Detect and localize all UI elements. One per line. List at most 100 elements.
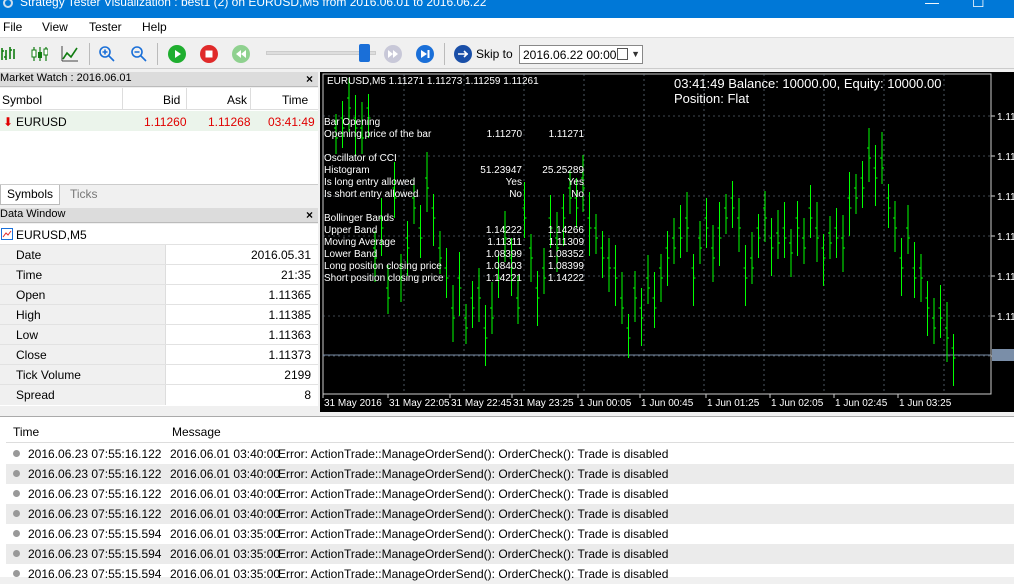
info-value-1: Yes — [505, 177, 522, 188]
zoom-out-button[interactable] — [128, 43, 150, 65]
toolbar-separator — [157, 43, 158, 65]
arrow-down-icon: ⬇ — [3, 115, 14, 129]
status-dot-icon — [13, 570, 20, 577]
log-row[interactable]: 2016.06.23 07:55:15.594 2016.06.01 03:35:… — [6, 524, 1014, 544]
close-icon[interactable]: × — [306, 72, 313, 86]
balance-readout: 03:41:49 Balance: 10000.00, Equity: 1000… — [674, 76, 942, 91]
skip-date-picker[interactable]: 2016.06.22 00:00 ▼ — [519, 45, 643, 64]
info-value-2: 25.25289 — [542, 165, 584, 176]
stop-icon — [200, 45, 218, 63]
play-icon — [168, 45, 186, 63]
col-time[interactable]: Time — [282, 93, 308, 107]
market-watch-panel: Symbol Bid Ask Time ⬇ EURUSD 1.11260 1.1… — [0, 88, 318, 184]
log-time: 2016.06.23 07:55:16.122 — [28, 447, 162, 461]
log-message: Error: ActionTrade::ManageOrderSend(): O… — [278, 567, 669, 581]
price-chart[interactable]: 1.111.111.111.111.111.111.1131 May 20163… — [320, 72, 1014, 412]
bar-chart-icon — [1, 47, 15, 60]
log-row[interactable]: 2016.06.23 07:55:16.122 2016.06.01 03:40:… — [6, 464, 1014, 484]
skip-to-end-button[interactable] — [414, 43, 436, 65]
symbol-row[interactable]: ⬇ EURUSD 1.11260 1.11268 03:41:49 — [0, 111, 318, 131]
skip-to-icon — [454, 45, 472, 63]
status-dot-icon — [13, 490, 20, 497]
info-label: Histogram — [324, 165, 370, 176]
candlestick-button[interactable] — [28, 43, 50, 65]
log-message: Error: ActionTrade::ManageOrderSend(): O… — [278, 547, 669, 561]
log-message-time: 2016.06.01 03:35:00 — [170, 547, 281, 561]
fast-forward-button[interactable] — [382, 43, 404, 65]
menu-help[interactable]: Help — [142, 20, 167, 34]
info-value-1: 1.14221 — [485, 273, 522, 284]
rewind-button[interactable] — [230, 43, 252, 65]
info-label: Is short entry allowed — [324, 189, 419, 200]
zoom-in-button[interactable] — [96, 43, 118, 65]
tab-symbols[interactable]: Symbols — [0, 185, 61, 205]
col-ask[interactable]: Ask — [227, 93, 247, 107]
info-label: Bar Opening — [324, 117, 381, 128]
log-row[interactable]: 2016.06.23 07:55:16.122 2016.06.01 03:40:… — [6, 484, 1014, 504]
info-value-2: 1.14266 — [547, 225, 584, 236]
skip-date-value: 2016.06.22 00:00 — [523, 48, 617, 62]
info-value-2: 1.11271 — [548, 129, 584, 140]
maximize-button[interactable]: ☐ — [972, 0, 985, 11]
time-tick-label: 31 May 23:25 — [513, 398, 574, 409]
window-title: Strategy Tester Visualization : best1 (2… — [20, 0, 487, 9]
close-icon[interactable]: × — [306, 208, 313, 222]
chevron-down-icon[interactable]: ▼ — [631, 49, 640, 59]
data-window-title: Data Window — [0, 208, 66, 220]
info-label: Lower Band — [324, 249, 378, 260]
price-tick-label: 1.11 — [997, 312, 1014, 323]
play-button[interactable] — [166, 43, 188, 65]
candlestick-icon — [31, 47, 48, 61]
tab-ticks[interactable]: Ticks — [64, 185, 104, 205]
log-row[interactable]: 2016.06.23 07:55:16.122 2016.06.01 03:40:… — [6, 444, 1014, 464]
info-label: Oscillator of CCI — [324, 153, 397, 164]
log-row[interactable]: 2016.06.23 07:55:15.594 2016.06.01 03:35:… — [6, 544, 1014, 564]
current-price-marker — [992, 349, 1014, 361]
col-bid[interactable]: Bid — [163, 93, 180, 107]
title-bar: Strategy Tester Visualization : best1 (2… — [0, 0, 1014, 18]
col-log-time[interactable]: Time — [13, 425, 39, 439]
toolbar-separator — [89, 43, 90, 65]
skip-end-icon — [416, 45, 434, 63]
log-message-time: 2016.06.01 03:40:00 — [170, 487, 281, 501]
column-divider — [250, 88, 251, 110]
menu-view[interactable]: View — [42, 20, 68, 34]
info-value-1: 1.08403 — [485, 261, 522, 272]
info-label: Upper Band — [324, 225, 378, 236]
chart-symbol-header: EURUSD,M5 1.11271 1.11273 1.11259 1.1126… — [327, 76, 539, 87]
info-value-2: 1.14222 — [547, 273, 584, 284]
menu-file[interactable]: File — [3, 20, 22, 34]
info-value-2: 1.11309 — [548, 237, 584, 248]
log-time: 2016.06.23 07:55:16.122 — [28, 507, 162, 521]
data-window-symbol: EURUSD,M5 — [16, 228, 87, 242]
col-symbol[interactable]: Symbol — [2, 93, 42, 107]
info-label: Short position closing price — [324, 273, 444, 284]
log-row[interactable]: 2016.06.23 07:55:15.594 2016.06.01 03:35:… — [6, 564, 1014, 584]
symbol-name: EURUSD — [16, 115, 67, 129]
data-row: Low 1.11363 — [0, 324, 318, 345]
bar-chart-button[interactable] — [0, 43, 19, 65]
chart-canvas: 1.111.111.111.111.111.111.1131 May 20163… — [320, 72, 1014, 412]
skip-to-button[interactable] — [452, 43, 474, 65]
log-message-time: 2016.06.01 03:40:00 — [170, 447, 281, 461]
log-message: Error: ActionTrade::ManageOrderSend(): O… — [278, 447, 669, 461]
info-label: Opening price of the bar — [324, 129, 432, 140]
line-chart-button[interactable] — [59, 43, 81, 65]
price-tick-label: 1.11 — [997, 272, 1014, 283]
info-value-1: 1.08399 — [485, 249, 522, 260]
col-log-message[interactable]: Message — [172, 425, 221, 439]
time-tick-label: 1 Jun 02:45 — [835, 398, 888, 409]
speed-slider-thumb[interactable] — [359, 44, 370, 62]
calendar-icon[interactable] — [617, 48, 628, 60]
menu-tester[interactable]: Tester — [89, 20, 122, 34]
toolbar: Skip to 2016.06.22 00:00 ▼ — [0, 39, 1014, 69]
toolbar-separator — [444, 43, 445, 65]
chart-icon — [1, 228, 13, 240]
data-window-panel: EURUSD,M5 Date 2016.05.31 Time 21:35 Open 1… — [0, 224, 318, 406]
stop-button[interactable] — [198, 43, 220, 65]
price-tick-label: 1.11 — [997, 232, 1014, 243]
log-row[interactable]: 2016.06.23 07:55:16.122 2016.06.01 03:40:… — [6, 504, 1014, 524]
minimize-button[interactable]: — — [925, 0, 939, 10]
info-value-1: 1.14222 — [485, 225, 522, 236]
status-dot-icon — [13, 530, 20, 537]
